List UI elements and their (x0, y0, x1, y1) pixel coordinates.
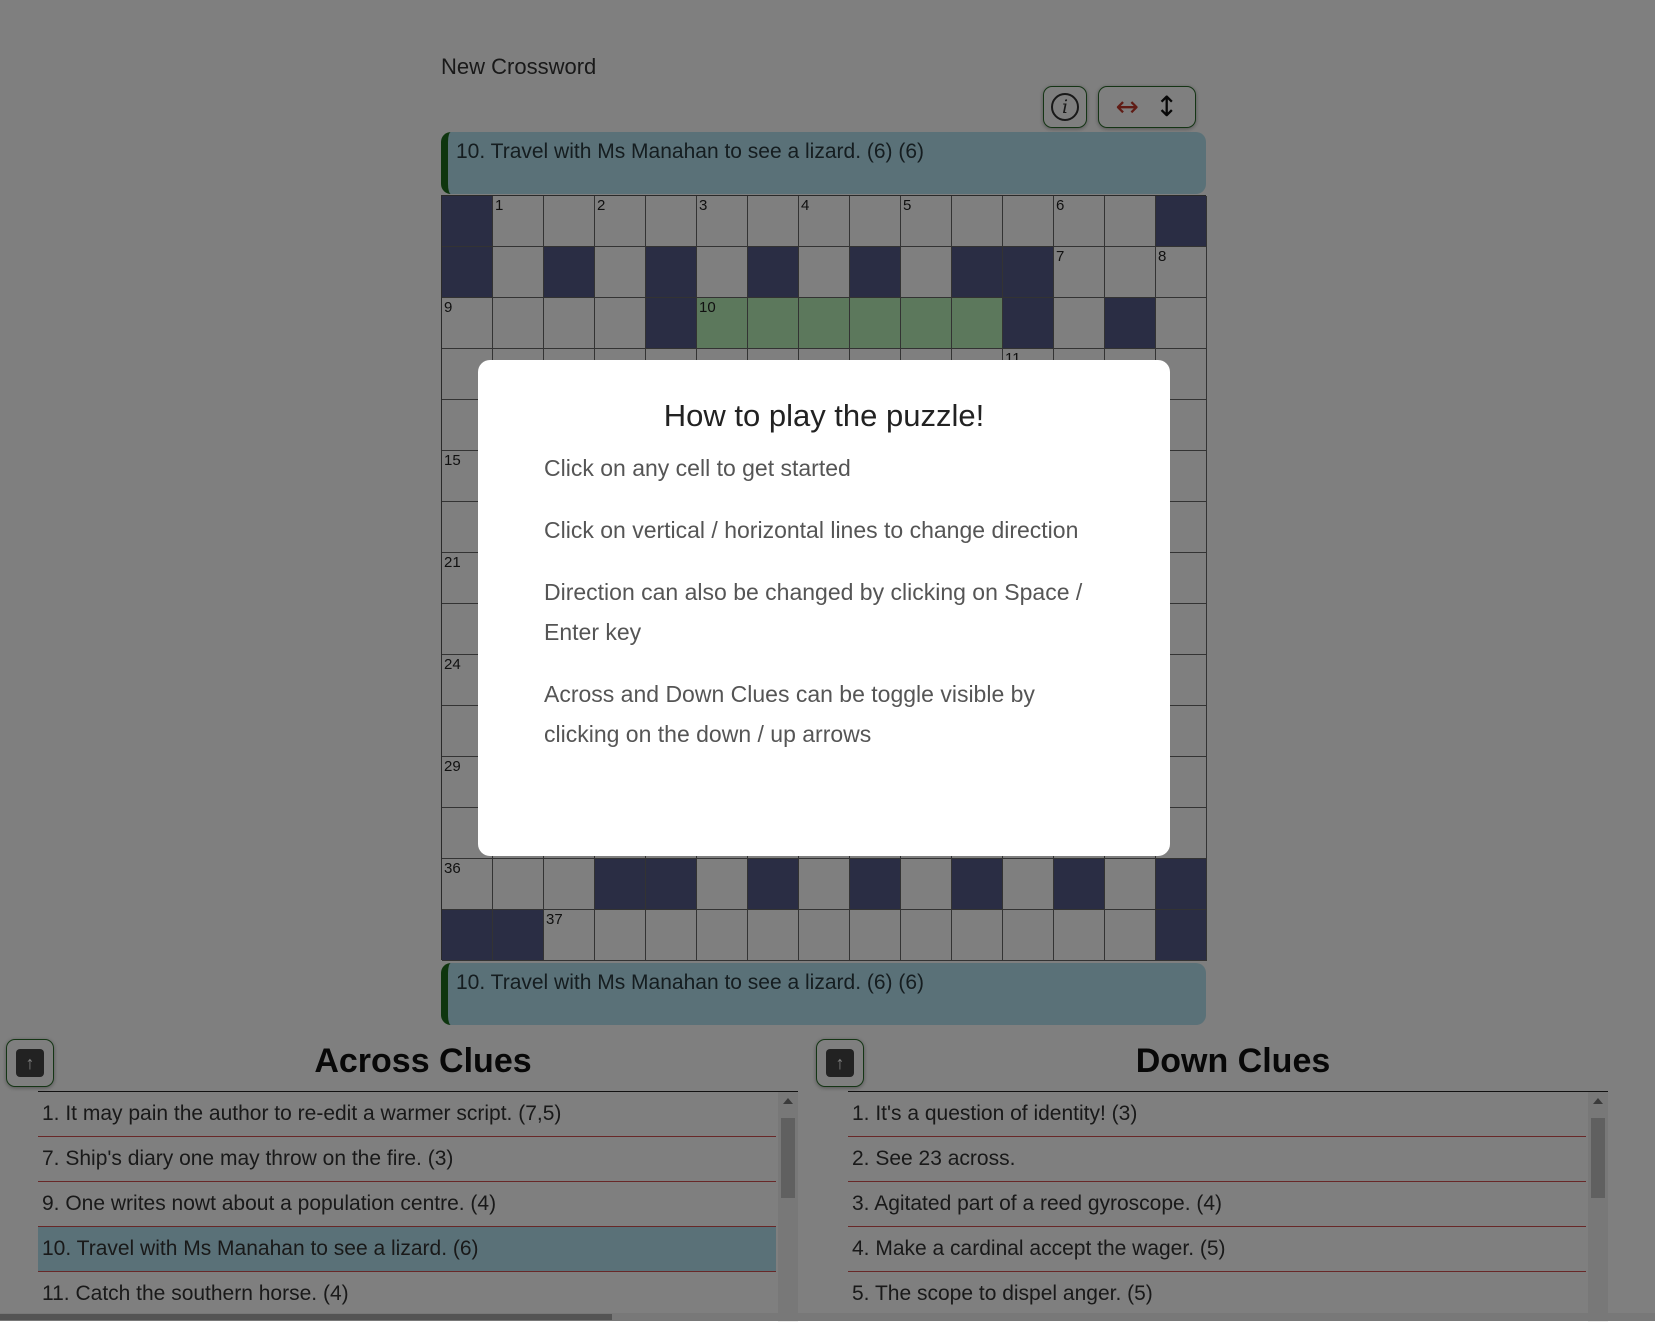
how-to-play-modal: How to play the puzzle! Click on any cel… (478, 360, 1170, 856)
modal-instruction: Direction can also be changed by clickin… (544, 579, 1083, 645)
modal-instruction: Across and Down Clues can be toggle visi… (544, 681, 1035, 747)
modal-instruction: Click on any cell to get started (544, 455, 851, 481)
modal-instruction: Click on vertical / horizontal lines to … (544, 517, 1079, 543)
crossword-page: New Crossword i ↔ ↕ 10. Travel with Ms M… (0, 0, 1655, 1322)
modal-title: How to play the puzzle! (663, 398, 985, 433)
